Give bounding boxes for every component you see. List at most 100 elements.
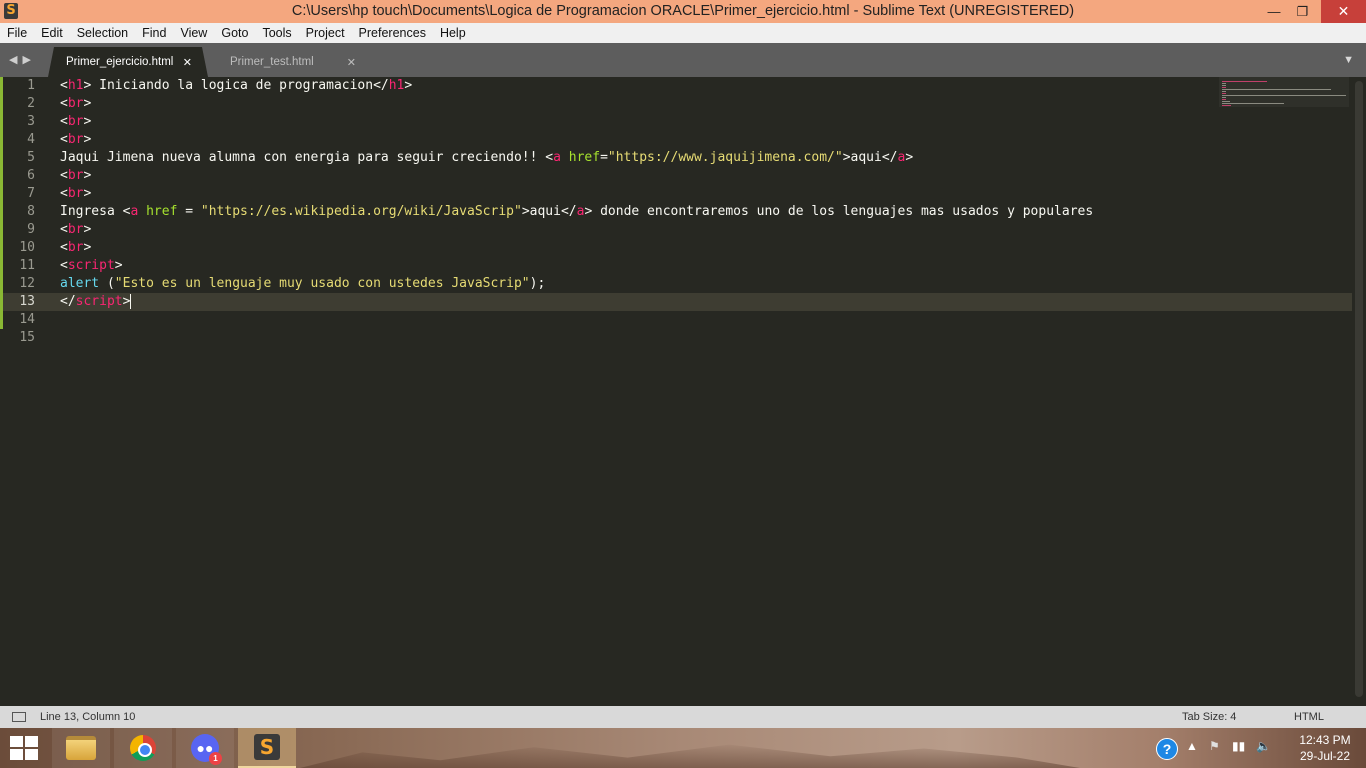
code-token: href xyxy=(146,204,178,219)
code-token: < xyxy=(60,168,68,183)
discord-button[interactable]: ●● 1 xyxy=(176,728,234,768)
tab-label: Primer_test.html xyxy=(230,56,314,68)
syntax-indicator[interactable]: HTML xyxy=(1294,706,1324,728)
windows-start-icon[interactable] xyxy=(10,736,38,760)
menu-view[interactable]: View xyxy=(173,23,214,43)
code-line: </script> xyxy=(60,293,132,311)
tab-label: Primer_ejercicio.html xyxy=(66,56,174,68)
tab-close-icon[interactable]: ✕ xyxy=(347,56,356,69)
vertical-scrollbar[interactable] xyxy=(1355,81,1363,697)
code-token: > Iniciando la logica de programacion</ xyxy=(83,78,389,93)
menu-goto[interactable]: Goto xyxy=(214,23,255,43)
tab-next-icon[interactable]: ▶ xyxy=(22,53,30,66)
help-icon[interactable]: ? xyxy=(1156,738,1178,760)
line-number: 5 xyxy=(27,150,35,165)
system-clock[interactable]: 12:43 PM 29-Jul-22 xyxy=(1290,732,1360,764)
line-number: 6 xyxy=(27,168,35,183)
minimap[interactable] xyxy=(1219,77,1349,117)
tab-close-icon[interactable]: ✕ xyxy=(183,56,192,69)
tab-primer-test[interactable]: Primer_test.html ✕ xyxy=(212,47,370,77)
chrome-button[interactable] xyxy=(114,728,172,768)
code-token: < xyxy=(60,240,68,255)
tab-prev-icon[interactable]: ◀ xyxy=(9,53,17,66)
code-token: </ xyxy=(60,294,76,309)
menu-find[interactable]: Find xyxy=(135,23,173,43)
code-line: alert ("Esto es un lenguaje muy usado co… xyxy=(60,275,545,293)
minimap-line xyxy=(1222,105,1231,106)
sublime-icon[interactable]: S xyxy=(4,3,18,19)
tab-navigation: ◀ ▶ xyxy=(9,53,31,66)
volume-icon[interactable]: 🔈 xyxy=(1256,739,1271,753)
panel-toggle-icon[interactable] xyxy=(12,712,26,722)
code-line: <br> xyxy=(60,167,91,185)
file-explorer-button[interactable] xyxy=(52,728,110,768)
code-token: br xyxy=(67,132,84,147)
code-token: a xyxy=(553,150,561,165)
window-controls: — ❐ ✕ xyxy=(1260,0,1366,23)
code-token: > xyxy=(83,222,92,237)
menu-preferences[interactable]: Preferences xyxy=(352,23,433,43)
code-token: "https://www.jaquijimena.com/" xyxy=(607,150,843,165)
code-token: >aqui</ xyxy=(842,150,898,165)
code-token: "https://es.wikipedia.org/wiki/JavaScrip… xyxy=(200,204,522,219)
clock-time: 12:43 PM xyxy=(1299,733,1351,747)
line-number: 8 xyxy=(27,204,35,219)
menu-project[interactable]: Project xyxy=(299,23,352,43)
minimap-line xyxy=(1222,91,1226,92)
sublime-icon: S xyxy=(254,734,280,760)
window-titlebar[interactable]: S C:\Users\hp touch\Documents\Logica de … xyxy=(0,0,1366,23)
tab-primer-ejercicio[interactable]: Primer_ejercicio.html ✕ xyxy=(48,47,208,77)
menu-selection[interactable]: Selection xyxy=(70,23,135,43)
code-line: Ingresa <a href = "https://es.wikipedia.… xyxy=(60,203,1093,221)
menu-help[interactable]: Help xyxy=(433,23,473,43)
code-line: <br> xyxy=(60,113,91,131)
code-token: > xyxy=(83,114,92,129)
wallpaper-mountain xyxy=(300,744,1080,768)
code-line: <h1> Iniciando la logica de programacion… xyxy=(60,77,412,95)
code-token: br xyxy=(67,114,84,129)
action-center-icon[interactable]: ⚑ xyxy=(1209,739,1220,753)
code-token: href xyxy=(568,150,601,165)
line-number: 1 xyxy=(27,78,35,93)
code-token: < xyxy=(60,96,68,111)
code-token: > xyxy=(83,168,92,183)
minimap-line xyxy=(1222,83,1226,84)
close-button[interactable]: ✕ xyxy=(1321,0,1366,23)
show-hidden-icons-icon[interactable]: ▲ xyxy=(1186,739,1198,753)
code-token: = xyxy=(177,204,201,219)
code-token: ( xyxy=(99,276,115,291)
code-token: >aqui</ xyxy=(521,204,577,219)
minimap-line xyxy=(1222,85,1226,86)
code-token: Jaqui Jimena nueva alumna con energia pa… xyxy=(60,150,554,165)
code-token: < xyxy=(60,78,68,93)
code-token: script xyxy=(75,294,123,309)
minimize-button[interactable]: — xyxy=(1260,0,1288,23)
menu-tools[interactable]: Tools xyxy=(255,23,298,43)
tab-size-indicator[interactable]: Tab Size: 4 xyxy=(1182,706,1236,728)
network-icon[interactable]: ▮▮ xyxy=(1232,739,1245,753)
minimap-line xyxy=(1222,81,1267,82)
line-number: 9 xyxy=(27,222,35,237)
minimap-line xyxy=(1222,87,1226,88)
menu-edit[interactable]: Edit xyxy=(34,23,70,43)
line-number: 4 xyxy=(27,132,35,147)
code-token: > xyxy=(83,132,92,147)
chrome-icon xyxy=(130,735,156,761)
sublime-text-button[interactable]: S xyxy=(238,728,296,768)
tab-list-dropdown-icon[interactable]: ▼ xyxy=(1343,54,1354,66)
code-line: <br> xyxy=(60,95,91,113)
menu-bar: File Edit Selection Find View Goto Tools… xyxy=(0,23,1366,43)
line-number: 15 xyxy=(19,330,35,345)
code-token: script xyxy=(67,258,115,273)
line-gutter: 1 2 3 4 5 6 7 8 9 10 11 12 13 14 15 xyxy=(0,77,50,706)
menu-file[interactable]: File xyxy=(0,23,34,43)
code-editor[interactable]: 1 2 3 4 5 6 7 8 9 10 11 12 13 14 15 <h1> Iniciando la … xyxy=(0,77,1366,706)
code-line: Jaqui Jimena nueva alumna con energia pa… xyxy=(60,149,913,167)
code-token: alert xyxy=(60,276,100,291)
restore-button[interactable]: ❐ xyxy=(1288,0,1317,23)
minimap-line xyxy=(1222,101,1230,102)
code-line: <script> xyxy=(60,257,123,275)
line-number: 7 xyxy=(27,186,35,201)
discord-icon: ●● 1 xyxy=(191,734,222,765)
code-token: ); xyxy=(529,276,546,291)
